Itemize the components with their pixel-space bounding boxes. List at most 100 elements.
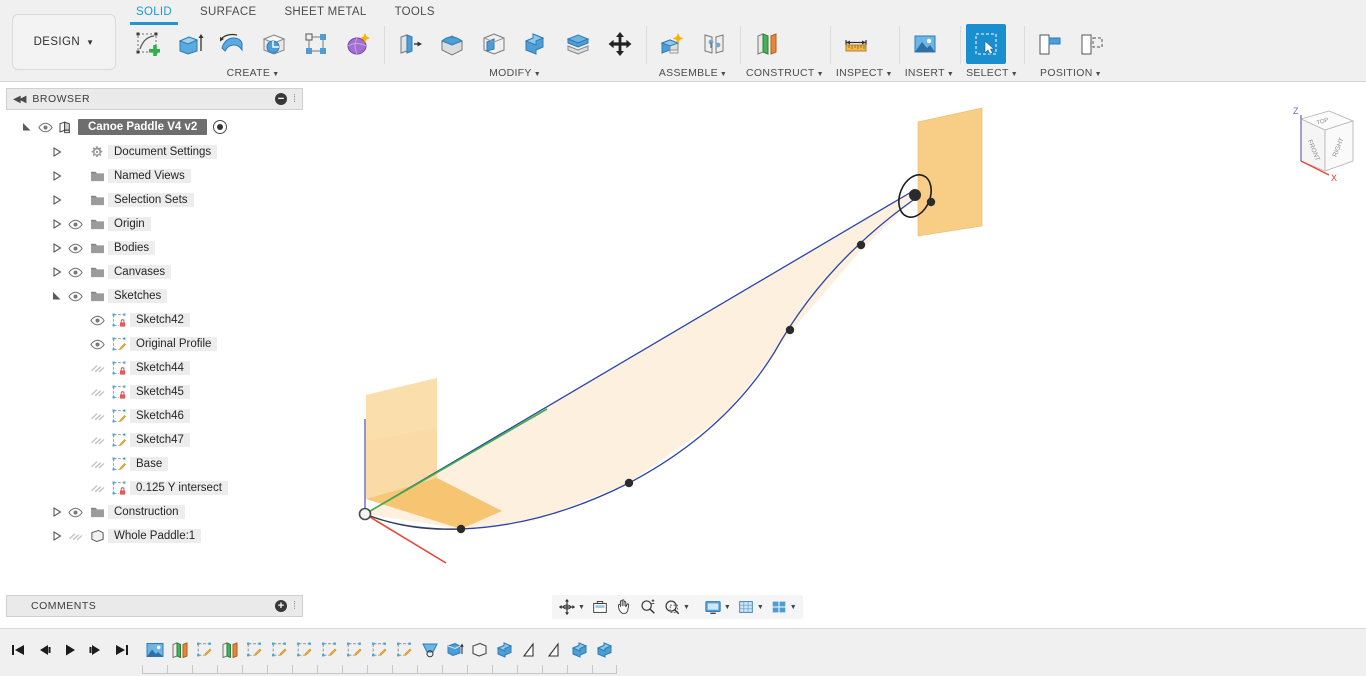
timeline-feature-extrude[interactable] [492, 635, 517, 665]
zoom-window-icon[interactable]: ▼ [661, 596, 692, 618]
tree-node-sketch46[interactable]: Sketch46 [6, 404, 303, 428]
tab-solid[interactable]: SOLID [122, 2, 186, 25]
move-copy-icon[interactable] [600, 24, 640, 64]
panel-position-label[interactable]: POSITION ▼ [1030, 66, 1112, 82]
view-cube[interactable]: TOP FRONT RIGHT Z X [1293, 106, 1355, 183]
tree-node-sketches[interactable]: Sketches [6, 284, 303, 308]
tree-node-sketch42[interactable]: Sketch42 [6, 308, 303, 332]
go-to-end-icon[interactable] [110, 637, 134, 663]
tree-node-construction[interactable]: Construction [6, 500, 303, 524]
play-icon[interactable] [58, 637, 82, 663]
create-sketch-icon[interactable] [128, 24, 168, 64]
tree-node-sketch45[interactable]: Sketch45 [6, 380, 303, 404]
timeline-feature-extrude[interactable] [592, 635, 617, 665]
shell-icon[interactable] [474, 24, 514, 64]
timeline-feature-sketch[interactable] [392, 635, 417, 665]
tree-node-canvases[interactable]: Canvases [6, 260, 303, 284]
display-settings-icon[interactable]: ▼ [702, 596, 733, 618]
tree-node-sketch44[interactable]: Sketch44 [6, 356, 303, 380]
timeline-feature-loft[interactable] [417, 635, 442, 665]
grid-snaps-icon[interactable]: ▼ [735, 596, 766, 618]
zoom-icon[interactable] [637, 596, 659, 618]
timeline-feature-draft[interactable] [542, 635, 567, 665]
look-at-icon[interactable] [589, 596, 611, 618]
visibility-eye-icon[interactable] [64, 267, 86, 278]
tree-node-root[interactable]: Canoe Paddle V4 v2 [6, 114, 303, 140]
control-point[interactable] [856, 240, 866, 250]
tree-expand-arrow[interactable] [20, 122, 34, 132]
model-canvas[interactable]: TOP FRONT RIGHT Z X [304, 83, 1366, 628]
minus-circle-icon[interactable]: − [274, 93, 287, 105]
panel-construct-label[interactable]: CONSTRUCT ▼ [746, 66, 824, 82]
position-offset-icon[interactable] [1072, 24, 1112, 64]
visibility-eye-icon[interactable] [86, 339, 108, 350]
visibility-eye-icon[interactable] [64, 531, 86, 542]
step-back-icon[interactable] [32, 637, 56, 663]
visibility-eye-icon[interactable] [86, 411, 108, 422]
tree-node-sketch47[interactable]: Sketch47 [6, 428, 303, 452]
measure-icon[interactable] [836, 24, 876, 64]
construction-plane-far[interactable] [917, 107, 983, 237]
tree-expand-arrow[interactable] [50, 291, 64, 301]
go-to-beginning-icon[interactable] [6, 637, 30, 663]
control-point[interactable] [785, 325, 795, 335]
revolve-icon[interactable] [212, 24, 252, 64]
tab-tools[interactable]: TOOLS [381, 2, 449, 22]
sweep-icon[interactable] [254, 24, 294, 64]
orbit-icon[interactable]: ▼ [556, 596, 587, 618]
tree-expand-arrow[interactable] [50, 219, 64, 229]
viewports-icon[interactable]: ▼ [768, 596, 799, 618]
visibility-eye-icon[interactable] [86, 315, 108, 326]
panel-assemble-label[interactable]: ASSEMBLE ▼ [652, 66, 734, 82]
resize-grip-icon[interactable]: ⁞ [293, 93, 296, 105]
visibility-eye-icon[interactable] [34, 122, 56, 133]
tree-expand-arrow[interactable] [50, 171, 64, 181]
canvas-viewport[interactable]: TOP FRONT RIGHT Z X [304, 83, 1366, 628]
visibility-eye-icon[interactable] [64, 291, 86, 302]
tree-expand-arrow[interactable] [50, 507, 64, 517]
visibility-eye-icon[interactable] [64, 507, 86, 518]
visibility-eye-icon[interactable] [86, 483, 108, 494]
panel-select-label[interactable]: SELECT ▼ [966, 66, 1018, 82]
visibility-eye-icon[interactable] [86, 435, 108, 446]
panel-create-label[interactable]: CREATE ▼ [128, 66, 378, 82]
step-forward-icon[interactable] [84, 637, 108, 663]
visibility-eye-icon[interactable] [86, 387, 108, 398]
timeline-feature-sketch[interactable] [367, 635, 392, 665]
visibility-eye-icon[interactable] [64, 243, 86, 254]
resize-grip-icon[interactable]: ⁞ [293, 600, 296, 612]
tree-node-0-125-y-intersect[interactable]: 0.125 Y intersect [6, 476, 303, 500]
new-component-icon[interactable] [652, 24, 692, 64]
panel-modify-label[interactable]: MODIFY ▼ [390, 66, 640, 82]
tree-expand-arrow[interactable] [50, 243, 64, 253]
tab-sheet-metal[interactable]: SHEET METAL [270, 2, 380, 22]
origin-point[interactable] [358, 507, 372, 521]
timeline-feature-extrude[interactable] [567, 635, 592, 665]
tree-node-bodies[interactable]: Bodies [6, 236, 303, 260]
press-pull-icon[interactable] [390, 24, 430, 64]
tree-expand-arrow[interactable] [50, 531, 64, 541]
timeline-feature-draft[interactable] [517, 635, 542, 665]
timeline-feature-thicken[interactable] [442, 635, 467, 665]
pan-icon[interactable] [613, 596, 635, 618]
insert-image-icon[interactable] [905, 24, 945, 64]
tree-node-whole-paddle-1[interactable]: Whole Paddle:1 [6, 524, 303, 548]
select-window-icon[interactable] [966, 24, 1007, 64]
panel-insert-label[interactable]: INSERT ▼ [905, 66, 954, 82]
activate-radio-icon[interactable] [213, 120, 228, 134]
visibility-eye-icon[interactable] [86, 459, 108, 470]
joint-icon[interactable] [694, 24, 734, 64]
panel-inspect-label[interactable]: INSPECT ▼ [836, 66, 893, 82]
visibility-eye-icon[interactable] [86, 363, 108, 374]
tree-expand-arrow[interactable] [50, 147, 64, 157]
timeline-feature-sketch[interactable] [317, 635, 342, 665]
timeline-feature-canvas[interactable] [142, 635, 167, 665]
pattern-icon[interactable] [296, 24, 336, 64]
visibility-eye-icon[interactable] [64, 219, 86, 230]
control-point[interactable] [456, 524, 466, 534]
workspace-switcher-button[interactable]: DESIGN ▼ [12, 14, 116, 70]
timeline-feature-plane[interactable] [167, 635, 192, 665]
timeline-feature-body[interactable] [467, 635, 492, 665]
tree-node-selection-sets[interactable]: Selection Sets [6, 188, 303, 212]
timeline-feature-plane[interactable] [217, 635, 242, 665]
